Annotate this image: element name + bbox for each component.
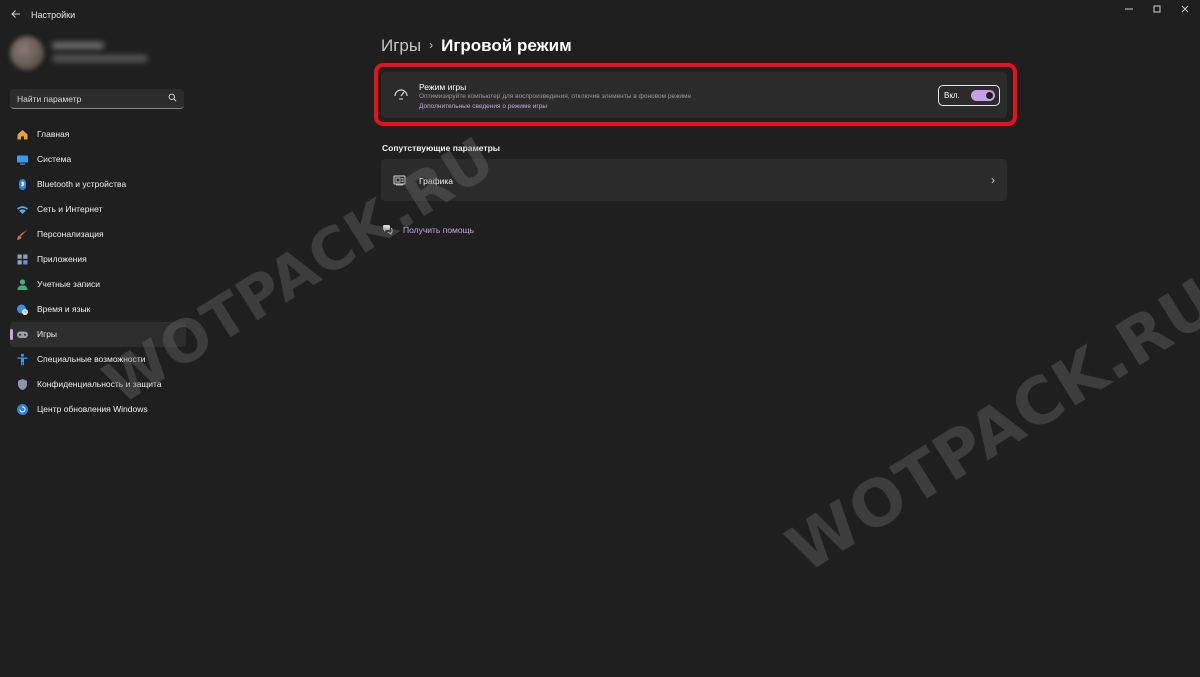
globe-clock-icon [17, 304, 28, 315]
sidebar-item-system[interactable]: Система [10, 147, 186, 172]
sidebar-item-accessibility[interactable]: Специальные возможности [10, 347, 186, 372]
breadcrumb: Игры › Игровой режим [381, 36, 572, 56]
sidebar-nav: Главная Система Bluetooth и устройства С… [10, 122, 186, 422]
maximize-icon[interactable] [1145, 4, 1169, 18]
page-title: Игровой режим [441, 36, 572, 55]
sidebar-item-label: Конфиденциальность и защита [37, 379, 162, 389]
sidebar-item-label: Главная [37, 129, 70, 139]
search-placeholder: Найти параметр [17, 94, 82, 104]
close-icon[interactable] [1173, 4, 1197, 18]
sidebar-item-windows-update[interactable]: Центр обновления Windows [10, 397, 186, 422]
back-arrow-icon[interactable] [9, 8, 23, 22]
accessibility-icon [17, 353, 28, 366]
graphics-settings-row[interactable]: Графика › [381, 159, 1007, 201]
apps-icon [17, 254, 28, 265]
user-email-blurred [52, 55, 148, 62]
sidebar-item-label: Сеть и Интернет [37, 204, 103, 214]
sidebar-item-label: Время и язык [37, 304, 91, 314]
update-icon [17, 404, 28, 415]
title-bar: Настройки [0, 0, 1200, 30]
sidebar-item-bluetooth[interactable]: Bluetooth и устройства [10, 172, 186, 197]
sidebar-item-label: Игры [37, 329, 58, 339]
get-help-label: Получить помощь [403, 225, 475, 235]
sidebar-item-network[interactable]: Сеть и Интернет [10, 197, 186, 222]
related-settings-title: Сопутствующие параметры [382, 143, 501, 153]
graphics-label: Графика [419, 176, 453, 186]
sidebar-item-home[interactable]: Главная [10, 122, 186, 147]
search-icon[interactable] [168, 93, 177, 102]
sidebar-item-accounts[interactable]: Учетные записи [10, 272, 186, 297]
help-icon [382, 225, 393, 235]
app-title: Настройки [31, 10, 76, 20]
monitor-icon [17, 155, 28, 165]
sidebar-item-apps[interactable]: Приложения [10, 247, 186, 272]
sidebar-item-time-language[interactable]: Время и язык [10, 297, 186, 322]
sidebar-item-label: Персонализация [37, 229, 104, 239]
sidebar-item-label: Центр обновления Windows [37, 404, 148, 414]
sidebar-item-label: Приложения [37, 254, 87, 264]
chevron-right-icon: › [429, 38, 434, 52]
user-name-blurred [52, 42, 104, 49]
gamepad-icon [17, 331, 28, 338]
sidebar-item-gaming[interactable]: Игры [10, 322, 186, 347]
sidebar-item-label: Учетные записи [37, 279, 101, 289]
minimize-icon[interactable] [1117, 4, 1141, 18]
user-profile[interactable] [10, 36, 190, 80]
watermark-text: WOTPACK.RU [775, 264, 1200, 588]
wifi-icon [17, 206, 28, 214]
highlight-frame [374, 63, 1017, 126]
bluetooth-icon [19, 179, 26, 190]
brush-icon [16, 229, 28, 240]
chevron-right-icon: › [991, 173, 995, 187]
home-icon [17, 130, 28, 140]
sidebar-item-personalization[interactable]: Персонализация [10, 222, 186, 247]
sidebar-item-label: Специальные возможности [37, 354, 146, 364]
sidebar-item-privacy[interactable]: Конфиденциальность и защита [10, 372, 186, 397]
person-icon [17, 279, 28, 290]
avatar [10, 36, 44, 70]
search-input[interactable]: Найти параметр [10, 89, 184, 109]
shield-icon [18, 379, 27, 391]
sidebar-item-label: Bluetooth и устройства [37, 179, 127, 189]
sidebar-item-label: Система [37, 154, 72, 164]
breadcrumb-parent[interactable]: Игры [381, 36, 421, 55]
display-adapter-icon [393, 175, 406, 186]
